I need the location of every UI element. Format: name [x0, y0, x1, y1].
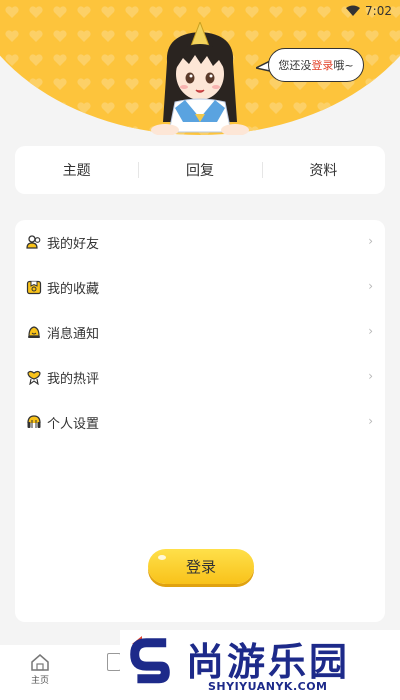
bubble-suffix: 哦~	[333, 59, 354, 72]
friends-icon	[26, 235, 41, 249]
comment-icon	[27, 370, 41, 385]
menu-label-hot-comments: 我的热评	[47, 372, 100, 387]
menu-item-notifications[interactable]: 消息通知 ›	[15, 310, 385, 354]
menu-item-hot-comments[interactable]: 我的热评 ›	[15, 355, 385, 399]
chevron-right-icon: ›	[368, 279, 373, 293]
profile-header: 7:02 您还没 登录 哦~	[0, 0, 400, 135]
profile-tabs: 主题 回复 资料	[15, 146, 385, 194]
menu-label-favorites: 我的收藏	[47, 282, 100, 297]
favorites-icon	[26, 280, 42, 295]
chevron-right-icon: ›	[368, 234, 373, 248]
chevron-right-icon: ›	[368, 369, 373, 383]
bell-icon	[28, 326, 40, 338]
menu-label-notifications: 消息通知	[47, 327, 100, 342]
status-time: 7:02	[365, 4, 392, 18]
home-icon	[31, 654, 49, 671]
watermark-subtitle: SHYIYUANYK.COM	[208, 680, 328, 693]
bubble-login-link[interactable]: 登录	[311, 57, 333, 73]
menu-item-favorites[interactable]: 我的收藏 ›	[15, 265, 385, 309]
menu-item-settings[interactable]: 个人设置 ›	[15, 400, 385, 444]
menu-item-friends[interactable]: 我的好友 ›	[15, 220, 385, 264]
nav-home-label: 主页	[30, 676, 49, 686]
menu-label-friends: 我的好友	[47, 237, 100, 252]
login-prompt-bubble[interactable]: 您还没 登录 哦~	[268, 48, 364, 82]
login-button[interactable]: 登录	[148, 549, 254, 584]
watermark-logo-icon	[130, 636, 170, 684]
watermark-title: 尚游乐园	[186, 640, 351, 684]
tab-profile[interactable]: 资料	[261, 160, 385, 180]
bubble-prefix: 您还没	[278, 59, 312, 72]
tab-topics[interactable]: 主题	[15, 160, 138, 180]
mascot-girl-illustration	[151, 22, 249, 135]
chevron-right-icon: ›	[368, 324, 373, 338]
wifi-icon	[346, 5, 360, 16]
info-icon	[107, 653, 121, 671]
nav-home[interactable]: 主页	[22, 653, 58, 686]
watermark: 尚游乐园 SHYIYUANYK.COM	[120, 630, 400, 700]
chevron-right-icon: ›	[368, 414, 373, 428]
status-bar: 7:02	[0, 0, 400, 22]
menu-label-settings: 个人设置	[47, 417, 100, 432]
tab-replies[interactable]: 回复	[138, 160, 261, 180]
settings-icon	[27, 415, 41, 428]
